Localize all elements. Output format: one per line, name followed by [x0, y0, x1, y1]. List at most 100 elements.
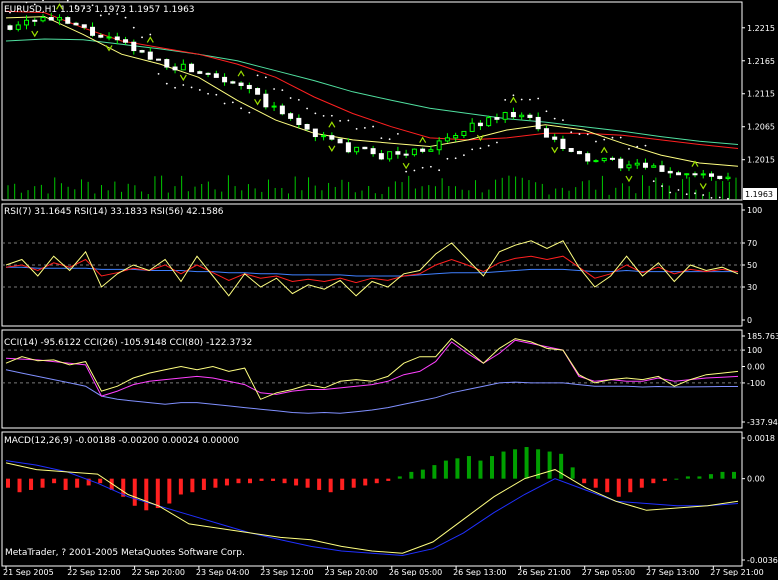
macd-histogram-bar: [444, 461, 448, 479]
candle-body: [478, 123, 482, 125]
sar-dot: [323, 115, 325, 117]
macd-histogram-bar: [190, 479, 194, 493]
candle-body: [231, 82, 235, 83]
sar-dot: [174, 87, 176, 89]
sar-dot: [669, 192, 671, 194]
sar-dot: [612, 137, 614, 139]
macd-histogram-bar: [663, 479, 667, 481]
candle-body: [115, 37, 119, 40]
sar-dot: [331, 115, 333, 117]
sar-dot: [364, 127, 366, 129]
candle-body: [165, 60, 169, 67]
copyright-text: MetaTrader, ? 2001-2005 MetaQuotes Softw…: [5, 548, 245, 558]
candle-body: [437, 141, 441, 150]
macd-y-tick-label: 0.00: [747, 475, 765, 484]
sar-dot: [562, 119, 564, 121]
price-y-tick-label: 1.2065: [747, 123, 775, 132]
candle-body: [487, 118, 491, 126]
sar-dot: [727, 198, 729, 200]
rsi-y-tick-label: 100: [747, 206, 762, 215]
trading-chart-window: 1.22151.21651.21151.20651.20151.19631007…: [0, 0, 778, 576]
candle-body: [586, 154, 590, 161]
candle-body: [652, 166, 656, 167]
candle-body: [305, 125, 309, 130]
sar-dot: [347, 120, 349, 122]
sar-dot: [537, 98, 539, 100]
candle-body: [173, 67, 177, 70]
rsi-panel-title: RSI(7) 31.1645 RSI(14) 33.1833 RSI(56) 4…: [4, 207, 224, 217]
candle-body: [124, 40, 128, 43]
sar-dot: [389, 138, 391, 140]
x-axis-label: 27 Sep 21:00: [710, 568, 763, 576]
sar-dot: [628, 148, 630, 150]
sar-dot: [125, 17, 127, 19]
chart-canvas[interactable]: 1.22151.21651.21151.20651.20151.19631007…: [0, 0, 778, 576]
sar-dot: [232, 101, 234, 103]
candle-body: [553, 137, 557, 139]
candle-body: [635, 163, 639, 165]
macd-histogram-bar: [213, 479, 217, 488]
candle-body: [157, 59, 161, 60]
candle-body: [421, 149, 425, 151]
cci-panel-title: CCI(14) -95.6122 CCI(26) -105.9148 CCI(8…: [4, 338, 252, 348]
sar-dot: [636, 146, 638, 148]
sar-dot: [661, 185, 663, 187]
macd-histogram-bar: [18, 479, 22, 493]
macd-histogram-bar: [386, 479, 390, 481]
sar-dot: [158, 73, 160, 75]
macd-histogram-bar: [283, 479, 287, 484]
sar-dot: [397, 133, 399, 135]
macd-histogram-bar: [179, 479, 183, 495]
sar-dot: [570, 131, 572, 133]
sar-dot: [694, 192, 696, 194]
candle-body: [511, 112, 515, 116]
x-axis-label: 23 Sep 20:00: [325, 568, 378, 576]
sar-dot: [356, 128, 358, 130]
candle-body: [148, 52, 152, 59]
candle-body: [610, 158, 614, 159]
price-y-tick-label: 1.2165: [747, 57, 775, 66]
candle-body: [412, 149, 416, 155]
macd-histogram-bar: [525, 447, 529, 479]
macd-histogram-bar: [559, 454, 563, 479]
sar-dot: [546, 110, 548, 112]
candle-body: [685, 174, 689, 175]
macd-histogram-bar: [674, 479, 678, 480]
sar-dot: [182, 84, 184, 86]
candle-body: [569, 149, 573, 152]
rsi-y-tick-label: 50: [747, 261, 757, 270]
candle-body: [470, 123, 474, 131]
macd-histogram-bar: [363, 479, 367, 486]
macd-histogram-bar: [640, 479, 644, 488]
sar-dot: [422, 167, 424, 169]
sar-dot: [579, 133, 581, 135]
macd-histogram-bar: [455, 458, 459, 478]
sar-dot: [149, 34, 151, 36]
sar-dot: [281, 89, 283, 91]
x-axis-label: 22 Sep 20:00: [132, 568, 185, 576]
candle-body: [660, 166, 664, 172]
macd-histogram-bar: [375, 479, 379, 484]
sar-dot: [645, 145, 647, 147]
candle-body: [313, 129, 317, 136]
rsi-y-tick-label: 0: [747, 316, 752, 325]
sar-dot: [496, 142, 498, 144]
candle-body: [214, 74, 218, 78]
candle-body: [330, 136, 334, 140]
rsi-y-tick-label: 30: [747, 283, 757, 292]
candle-body: [676, 173, 680, 175]
sar-dot: [380, 137, 382, 139]
candle-body: [627, 165, 631, 168]
macd-histogram-bar: [628, 479, 632, 493]
macd-histogram-bar: [651, 479, 655, 484]
candle-body: [495, 118, 499, 120]
candle-body: [503, 112, 507, 119]
macd-histogram-bar: [64, 479, 68, 490]
price-y-tick-label: 1.2215: [747, 24, 775, 33]
candle-body: [247, 85, 251, 88]
candle-body: [355, 147, 359, 151]
sar-dot: [488, 145, 490, 147]
cci-y-tick-label: 100: [747, 346, 762, 355]
sar-dot: [554, 118, 556, 120]
candle-body: [25, 20, 29, 25]
